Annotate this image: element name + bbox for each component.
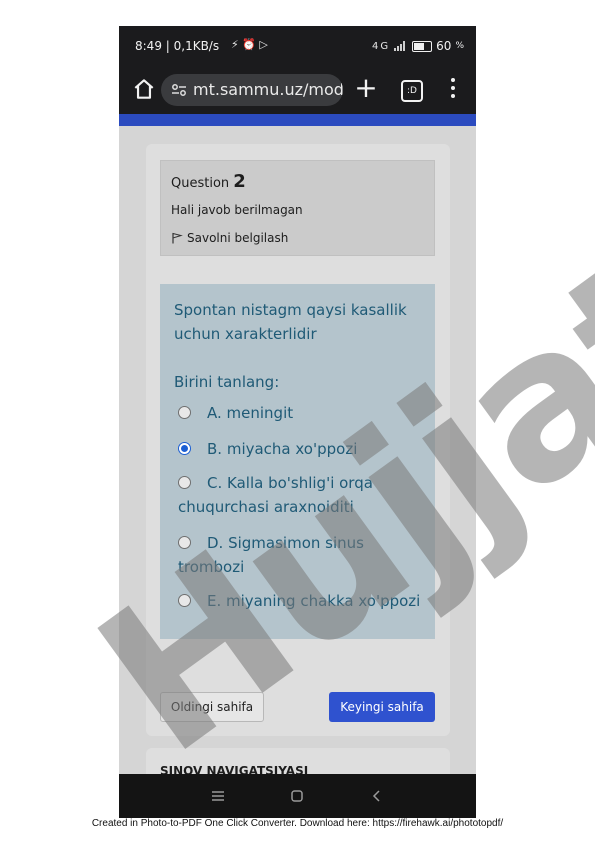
radio-button[interactable]: [178, 476, 191, 489]
answer-option[interactable]: C. Kalla bo'shlig'i orqa chuqurchasi ara…: [178, 471, 428, 519]
radio-button-selected[interactable]: [178, 442, 191, 455]
site-header-bar: [119, 114, 476, 126]
answer-option[interactable]: B. miyacha xo'ppozi: [178, 437, 428, 461]
network-type: 4G: [372, 40, 391, 52]
new-tab-icon[interactable]: +: [351, 74, 381, 104]
back-icon[interactable]: [365, 784, 389, 808]
menu-icon[interactable]: [445, 78, 461, 102]
address-bar[interactable]: mt.sammu.uz/mod/q: [161, 74, 343, 106]
question-number: 2: [233, 171, 246, 192]
previous-page-button[interactable]: Oldingi sahifa: [160, 692, 264, 722]
status-bar: 8:49 | 0,1KB/s ⚡ ⏰ ▷ 4G 60%: [119, 26, 476, 66]
answer-prompt: Birini tanlang:: [174, 373, 280, 391]
url-text: mt.sammu.uz/mod/q: [193, 80, 343, 99]
question-info-panel: Question 2 Hali javob berilmagan Savolni…: [160, 160, 435, 256]
status-time: 8:49 | 0,1KB/s: [135, 39, 220, 53]
radio-button[interactable]: [178, 406, 191, 419]
recent-apps-icon[interactable]: [206, 784, 230, 808]
flag-icon: [172, 232, 183, 244]
home-icon[interactable]: [131, 76, 157, 102]
battery-level: 60: [436, 39, 452, 53]
answer-option[interactable]: E. miyaning chakka xo'ppozi: [178, 589, 428, 613]
battery-icon: [412, 40, 433, 52]
next-page-button[interactable]: Keyingi sahifa: [329, 692, 435, 722]
browser-toolbar: mt.sammu.uz/mod/q + :D: [119, 66, 476, 114]
site-settings-icon[interactable]: [171, 82, 187, 98]
question-content: Spontan nistagm qaysi kasallik uchun xar…: [160, 284, 435, 639]
flag-label: Savolni belgilash: [187, 231, 289, 245]
status-notification-icons: ⚡ ⏰ ▷: [231, 38, 268, 51]
answer-option[interactable]: A. meningit: [178, 401, 428, 425]
tab-switcher-button[interactable]: :D: [401, 80, 423, 102]
radio-button[interactable]: [178, 536, 191, 549]
signal-icon: [394, 41, 406, 51]
question-status: Hali javob berilmagan: [171, 203, 303, 217]
system-navigation-bar: [119, 774, 476, 818]
home-button-icon[interactable]: [285, 784, 309, 808]
flag-question-link[interactable]: Savolni belgilash: [171, 231, 288, 245]
question-card: Question 2 Hali javob berilmagan Savolni…: [146, 144, 450, 736]
question-text: Spontan nistagm qaysi kasallik uchun xar…: [174, 301, 407, 343]
answer-option[interactable]: D. Sigmasimon sinus trombozi: [178, 531, 428, 579]
question-title: Question 2: [171, 171, 246, 192]
radio-button[interactable]: [178, 594, 191, 607]
phone-screen: 8:49 | 0,1KB/s ⚡ ⏰ ▷ 4G 60% mt.sammu.uz/…: [119, 26, 476, 818]
footer-note: Created in Photo-to-PDF One Click Conver…: [91, 818, 504, 829]
